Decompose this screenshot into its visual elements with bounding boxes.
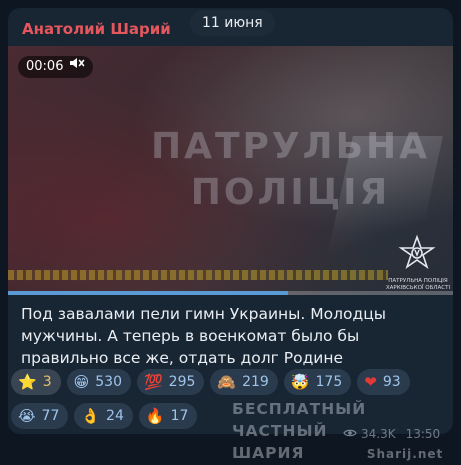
heart-icon: ❤ (364, 373, 377, 391)
hundred-icon: 💯 (143, 373, 163, 391)
video-ticker (8, 270, 388, 280)
reaction-count: 219 (242, 374, 269, 390)
fire-icon: 🔥 (145, 407, 165, 425)
view-count: 34.3K (361, 427, 396, 441)
reaction-chip[interactable]: 🙈 219 (210, 369, 278, 395)
message-time: 13:50 (405, 427, 441, 441)
reaction-count: 77 (41, 408, 60, 424)
date-badge: 11 июня (190, 10, 275, 36)
video-progress-track[interactable] (8, 291, 453, 295)
video-time: 00:06 (26, 59, 64, 74)
mind-blown-icon: 🤯 (290, 373, 310, 391)
ok-hand-icon: 👌 (81, 407, 101, 425)
reaction-count: 175 (315, 374, 343, 390)
reaction-count: 17 (170, 408, 189, 424)
reaction-chip[interactable]: ⭐ 3 (11, 369, 61, 395)
reaction-chip[interactable]: 💯 295 (136, 369, 205, 395)
reaction-chip[interactable]: 😁 530 (66, 369, 131, 395)
muted-speaker-icon[interactable] (69, 56, 85, 78)
video-progress-fill (8, 291, 289, 295)
reaction-chip[interactable]: 👌 24 (74, 403, 133, 429)
police-caption: ПАТРУЛЬНА ПОЛІЦІЯ ХАРКІВСЬКОЇ ОБЛАСТІ (383, 278, 453, 292)
reaction-count: 93 (382, 374, 401, 390)
reaction-count: 295 (168, 374, 196, 390)
video-timer: 00:06 (18, 56, 94, 78)
see-no-evil-monkey-icon: 🙈 (217, 373, 237, 391)
reaction-count: 530 (95, 374, 122, 390)
message-meta: 34.3K 13:50 (343, 427, 440, 441)
star-icon: ⭐ (18, 373, 37, 391)
video-watermark-line2: ПОЛІЦІЯ (190, 172, 391, 213)
video-watermark-line1: ПАТРУЛЬНА (150, 126, 431, 167)
reaction-count: 3 (42, 374, 52, 390)
crying-icon: 😭 (18, 407, 36, 425)
video-player[interactable]: 00:06 ПАТРУЛЬНА ПОЛІЦІЯ ПАТРУЛЬНА ПОЛІЦІ… (8, 46, 453, 295)
reaction-chip[interactable]: ❤ 93 (357, 369, 410, 395)
grin-icon: 😁 (73, 373, 90, 391)
brand-line2: ШАРИЯ Sharij.net (232, 444, 444, 462)
reaction-chip[interactable]: 🤯 175 (283, 369, 352, 395)
message-text: Под завалами пели гимн Украины. Молодцы … (21, 305, 386, 367)
eye-icon (343, 427, 357, 441)
police-badge-icon (394, 234, 440, 278)
reaction-chip[interactable]: 🔥 17 (138, 403, 198, 429)
sender-name[interactable]: Анатолий Шарий (22, 20, 171, 38)
police-caption-line1: ПАТРУЛЬНА ПОЛІЦІЯ (388, 278, 448, 284)
reaction-count: 24 (106, 408, 124, 424)
reaction-chip[interactable]: 😭 77 (11, 403, 69, 429)
